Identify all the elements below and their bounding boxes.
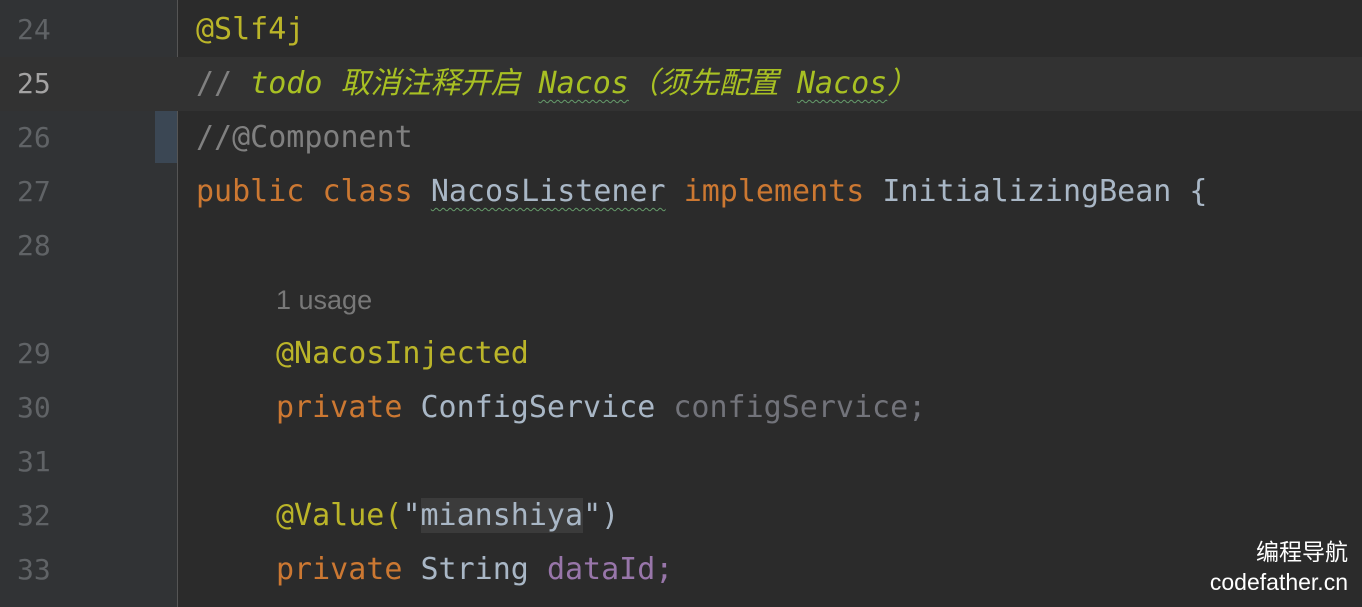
todo-text-close: ） bbox=[887, 66, 918, 101]
line-number: 26 bbox=[17, 121, 51, 154]
todo-text: todo 取消注释开启 bbox=[250, 66, 539, 101]
code-line-current[interactable]: 25 // todo 取消注释开启 Nacos（须先配置 Nacos） bbox=[0, 57, 1362, 111]
code-text: public class NacosListener implements In… bbox=[196, 165, 1207, 219]
code-line[interactable]: 26 //@Component bbox=[0, 111, 1362, 165]
keyword-class: class bbox=[322, 174, 413, 209]
line-number: 27 bbox=[17, 175, 51, 208]
annotation-slf4j: @Slf4j bbox=[196, 12, 305, 47]
quote-open: " bbox=[402, 498, 421, 533]
code-line[interactable]: 28 bbox=[0, 219, 1362, 273]
code-text: @Value("mianshiya") bbox=[196, 489, 619, 543]
type-string: String bbox=[420, 552, 529, 587]
code-text: private ConfigService configService; bbox=[196, 381, 926, 435]
line-number: 33 bbox=[17, 553, 51, 586]
code-line[interactable]: 27 public class NacosListener implements… bbox=[0, 165, 1362, 219]
line-number: 30 bbox=[17, 391, 51, 424]
code-line[interactable]: 31 bbox=[0, 435, 1362, 489]
line-number: 31 bbox=[17, 445, 51, 478]
watermark-url: codefather.cn bbox=[1209, 569, 1348, 595]
line-number: 24 bbox=[17, 13, 51, 46]
annotation-nacos-injected: @NacosInjected bbox=[276, 336, 529, 371]
code-line[interactable]: 30 private ConfigService configService; bbox=[0, 381, 1362, 435]
todo-nacos-word: Nacos bbox=[538, 66, 629, 101]
usage-inlay-hint[interactable]: 1 usage bbox=[276, 273, 372, 327]
code-editor[interactable]: 24 @Slf4j 25 // todo 取消注释开启 Nacos（须先配置 N… bbox=[0, 0, 1362, 607]
keyword-private: private bbox=[276, 390, 403, 425]
comment-component: //@Component bbox=[196, 120, 413, 155]
code-text: // todo 取消注释开启 Nacos（须先配置 Nacos） bbox=[196, 57, 917, 111]
code-line[interactable]: 32 @Value("mianshiya") bbox=[0, 489, 1362, 543]
watermark: 编程导航 codefather.cn bbox=[1210, 537, 1348, 597]
quote-close: " bbox=[583, 498, 602, 533]
class-name: NacosListener bbox=[430, 174, 666, 209]
comment-prefix: // bbox=[196, 66, 251, 101]
line-number: 25 bbox=[17, 67, 51, 100]
interface-name: InitializingBean bbox=[882, 174, 1172, 209]
keyword-implements: implements bbox=[683, 174, 865, 209]
inlay-hint-line: 1 usage bbox=[0, 273, 1362, 327]
code-text: //@Component bbox=[196, 111, 413, 165]
line-number: 32 bbox=[17, 499, 51, 532]
line-number: 28 bbox=[17, 229, 51, 262]
close-paren: ) bbox=[601, 498, 620, 533]
field-data-id: dataId; bbox=[546, 552, 674, 587]
line-number: 29 bbox=[17, 337, 51, 370]
keyword-private: private bbox=[276, 552, 403, 587]
annotation-value: @Value( bbox=[276, 498, 403, 533]
open-brace: { bbox=[1189, 174, 1208, 209]
code-text: @NacosInjected bbox=[196, 327, 529, 381]
code-line[interactable]: 33 private String dataId; bbox=[0, 543, 1362, 597]
watermark-title: 编程导航 bbox=[1256, 539, 1348, 565]
code-line[interactable]: 24 @Slf4j bbox=[0, 3, 1362, 57]
keyword-public: public bbox=[196, 174, 305, 209]
string-literal: mianshiya bbox=[420, 498, 584, 533]
todo-nacos-word: Nacos bbox=[796, 66, 888, 101]
code-line[interactable]: 29 @NacosInjected bbox=[0, 327, 1362, 381]
code-text: @Slf4j bbox=[196, 3, 304, 57]
todo-text-paren: （须先配置 bbox=[628, 66, 797, 101]
unused-variable: configService; bbox=[673, 390, 927, 425]
code-text: private String dataId; bbox=[196, 543, 673, 597]
type-config-service: ConfigService bbox=[420, 390, 656, 425]
